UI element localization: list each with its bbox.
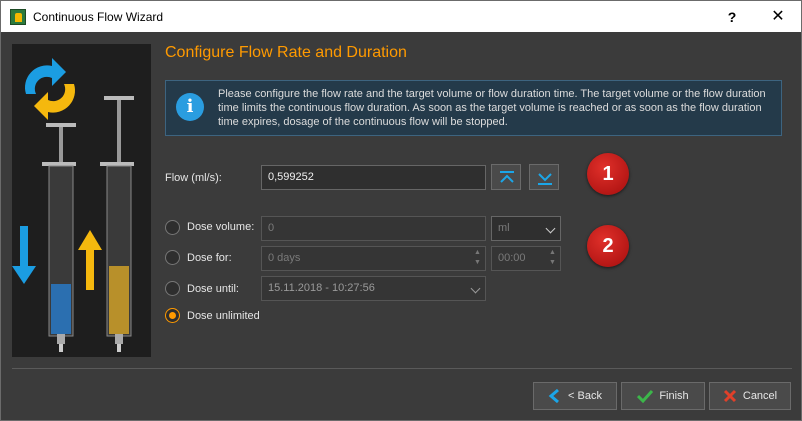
dose-volume-input[interactable]: 0 [261, 216, 486, 241]
dose-volume-unit-select[interactable]: ml [491, 216, 561, 241]
illustration-panel [12, 44, 151, 357]
chevron-down-icon [470, 283, 481, 294]
back-label: < Back [568, 390, 602, 402]
dose-unlimited-label: Dose unlimited [187, 310, 260, 322]
datetime-value: 15.11.2018 - 10:27:56 [268, 282, 375, 294]
sync-icon [24, 58, 76, 120]
help-button[interactable]: ? [717, 5, 747, 29]
window-title: Continuous Flow Wizard [33, 10, 164, 24]
time-spinner[interactable]: ▲ ▼ [546, 248, 559, 269]
dose-for-radio[interactable] [165, 250, 180, 265]
days-spinner[interactable]: ▲ ▼ [471, 248, 484, 269]
dose-for-time-input[interactable]: 00:00 ▲ ▼ [491, 246, 561, 271]
chevron-left-icon [548, 389, 560, 403]
back-button[interactable]: < Back [533, 382, 617, 410]
footer-divider [12, 368, 792, 369]
dose-for-label: Dose for: [187, 252, 232, 264]
info-text: Please configure the flow rate and the t… [218, 88, 766, 128]
dose-volume-label: Dose volume: [187, 221, 255, 233]
days-value: 0 days [268, 252, 301, 264]
flow-label: Flow (ml/s): [165, 172, 222, 184]
down-arrow-icon [12, 226, 36, 284]
syringe-illustration [12, 58, 134, 352]
chevron-down-icon [545, 223, 556, 234]
dose-until-radio[interactable] [165, 281, 180, 296]
dose-unlimited-radio[interactable] [165, 308, 180, 323]
finish-button[interactable]: Finish [621, 382, 705, 410]
info-icon: i [176, 93, 204, 121]
dose-volume-radio[interactable] [165, 220, 180, 235]
title-bar: Continuous Flow Wizard ? ✕ [1, 1, 801, 32]
app-icon [10, 9, 26, 25]
flow-min-button[interactable] [529, 164, 559, 190]
cancel-button[interactable]: Cancel [709, 382, 791, 410]
move-top-icon [500, 171, 514, 183]
blue-syringe [42, 123, 76, 352]
info-box: i Please configure the flow rate and the… [165, 80, 782, 136]
unit-value: ml [498, 222, 510, 234]
up-arrow-icon [78, 230, 102, 290]
dose-until-datetime[interactable]: 15.11.2018 - 10:27:56 [261, 276, 486, 301]
cancel-icon [723, 389, 736, 403]
cancel-label: Cancel [742, 390, 778, 402]
wizard-window: Continuous Flow Wizard ? ✕ Configure Flo… [0, 0, 802, 421]
flow-max-button[interactable] [491, 164, 521, 190]
time-value: 00:00 [498, 252, 526, 264]
page-title: Configure Flow Rate and Duration [165, 44, 407, 61]
yellow-syringe [100, 96, 134, 352]
finish-label: Finish [659, 390, 689, 402]
dose-until-label: Dose until: [187, 283, 239, 295]
step-badge-1: 1 [587, 153, 629, 195]
close-button[interactable]: ✕ [763, 5, 793, 29]
move-bottom-icon [538, 173, 552, 185]
checkmark-icon [637, 389, 654, 403]
dose-for-days-input[interactable]: 0 days ▲ ▼ [261, 246, 486, 271]
flow-input[interactable]: 0,599252 [261, 165, 486, 190]
step-badge-2: 2 [587, 225, 629, 267]
